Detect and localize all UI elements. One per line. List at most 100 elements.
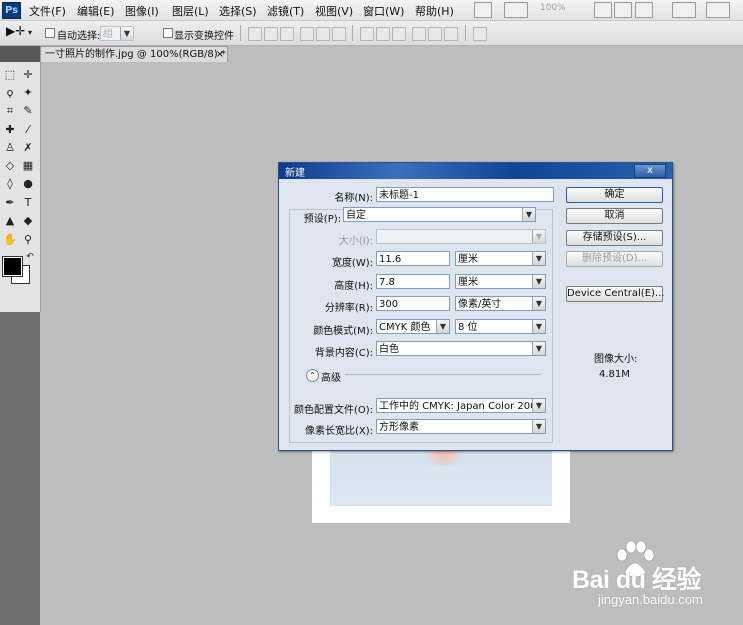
auto-select-dropdown[interactable]: 组 ▼ xyxy=(100,26,134,41)
zoom-tool-icon[interactable]: ⚲ xyxy=(20,232,36,247)
foreground-color-swatch[interactable] xyxy=(2,256,23,277)
preset-label: 预设(P): xyxy=(299,210,341,225)
menu-edit[interactable]: 编辑(E) xyxy=(77,3,115,19)
advanced-label[interactable]: 高级 xyxy=(321,369,341,384)
size-dropdown[interactable]: ▼ xyxy=(376,229,546,244)
align-left-icon[interactable] xyxy=(300,27,314,41)
distribute-right-icon[interactable] xyxy=(444,27,458,41)
align-bottom-icon[interactable] xyxy=(280,27,294,41)
gradient-tool-icon[interactable]: ▦ xyxy=(20,158,36,173)
align-top-icon[interactable] xyxy=(248,27,262,41)
history-brush-icon[interactable]: ✗ xyxy=(20,140,36,155)
clone-stamp-icon[interactable]: ♙ xyxy=(2,140,18,155)
screen-mode-icon[interactable] xyxy=(706,2,730,18)
cancel-button[interactable]: 取消 xyxy=(566,208,663,224)
menu-window[interactable]: 窗口(W) xyxy=(363,3,404,19)
new-document-dialog: 新建 x 名称(N): 未标题-1 预设(P): 自定 ▼ 大小(I): ▼ 宽度… xyxy=(278,162,673,451)
hand-tool-icon[interactable] xyxy=(594,2,612,18)
width-input[interactable]: 11.6 xyxy=(376,251,450,266)
resolution-input[interactable]: 300 xyxy=(376,296,450,311)
path-selection-icon[interactable]: ▲ xyxy=(2,213,18,228)
chevron-down-icon: ▼ xyxy=(532,297,545,310)
pixel-aspect-dropdown[interactable]: 方形像素 ▼ xyxy=(376,419,546,434)
distribute-left-icon[interactable] xyxy=(412,27,426,41)
align-hcenter-icon[interactable] xyxy=(316,27,330,41)
align-right-icon[interactable] xyxy=(332,27,346,41)
menu-view[interactable]: 视图(V) xyxy=(315,3,353,19)
menu-filter[interactable]: 滤镜(T) xyxy=(267,3,304,19)
distribute-top-icon[interactable] xyxy=(360,27,374,41)
menu-help[interactable]: 帮助(H) xyxy=(415,3,454,19)
dodge-tool-icon[interactable]: ● xyxy=(20,176,36,191)
distribute-vcenter-icon[interactable] xyxy=(376,27,390,41)
marquee-tool-icon[interactable]: ⬚ xyxy=(2,67,18,82)
chevron-down-icon: ▼ xyxy=(532,230,545,243)
bridge-icon[interactable] xyxy=(474,2,492,18)
magic-wand-icon[interactable]: ✦ xyxy=(20,85,36,100)
advanced-toggle-icon[interactable]: ⌃ xyxy=(306,369,319,382)
eraser-icon[interactable]: ◇ xyxy=(2,158,18,173)
hand-tool-icon[interactable]: ✋ xyxy=(2,232,18,247)
dialog-title-bar[interactable]: 新建 x xyxy=(279,163,672,179)
save-preset-button[interactable]: 存储预设(S)... xyxy=(566,230,663,246)
menu-select[interactable]: 选择(S) xyxy=(219,3,257,19)
width-label: 宽度(W): xyxy=(331,258,373,269)
type-tool-icon[interactable]: T xyxy=(20,195,36,210)
distribute-hcenter-icon[interactable] xyxy=(428,27,442,41)
width-unit-dropdown[interactable]: 厘米 ▼ xyxy=(455,251,546,266)
height-unit-dropdown[interactable]: 厘米 ▼ xyxy=(455,274,546,289)
shape-tool-icon[interactable]: ◆ xyxy=(20,213,36,228)
crop-tool-icon[interactable]: ⌗ xyxy=(2,103,18,118)
color-profile-dropdown[interactable]: 工作中的 CMYK: Japan Color 2001... ▼ xyxy=(376,398,546,413)
background-contents-dropdown[interactable]: 白色 ▼ xyxy=(376,341,546,356)
pen-tool-icon[interactable]: ✒ xyxy=(2,195,18,210)
lasso-tool-icon[interactable]: ϙ xyxy=(2,85,18,100)
panel-area xyxy=(0,312,40,625)
color-mode-dropdown[interactable]: CMYK 颜色 ▼ xyxy=(376,319,450,334)
distribute-bottom-icon[interactable] xyxy=(392,27,406,41)
align-vcenter-icon[interactable] xyxy=(264,27,278,41)
photoshop-logo: Ps xyxy=(2,2,21,19)
swap-colors-icon[interactable]: ↶ xyxy=(22,250,38,265)
zoom-level[interactable]: 100% xyxy=(540,3,566,13)
resolution-unit-dropdown[interactable]: 像素/英寸 ▼ xyxy=(455,296,546,311)
brush-tool-icon[interactable]: ⁄ xyxy=(20,122,36,137)
device-central-button[interactable]: Device Central(E)... xyxy=(566,286,664,302)
size-label: 大小(I): xyxy=(338,236,373,247)
delete-preset-button[interactable]: 删除预设(D)... xyxy=(566,251,663,267)
name-input[interactable]: 未标题-1 xyxy=(376,187,554,202)
color-mode-label: 颜色模式(M): xyxy=(313,326,373,337)
zoom-tool-icon[interactable] xyxy=(614,2,632,18)
name-label: 名称(N): xyxy=(334,193,373,204)
move-tool-icon[interactable]: ✛ xyxy=(20,67,36,82)
menu-file[interactable]: 文件(F) xyxy=(29,3,66,19)
chevron-down-icon: ▼ xyxy=(532,275,545,288)
document-tab[interactable]: 一寸照片的制作.jpg @ 100%(RGB/8) * × xyxy=(40,46,228,62)
ok-button[interactable]: 确定 xyxy=(566,187,663,203)
auto-select-checkbox[interactable] xyxy=(45,28,55,38)
view-extras-icon[interactable] xyxy=(504,2,528,18)
move-tool-icon[interactable]: ▶✛ xyxy=(6,24,25,38)
menu-layer[interactable]: 图层(L) xyxy=(172,3,209,19)
background-contents-label: 背景内容(C): xyxy=(314,348,373,359)
chevron-down-icon: ▼ xyxy=(532,420,545,433)
show-transform-checkbox[interactable] xyxy=(163,28,173,38)
preset-dropdown[interactable]: 自定 ▼ xyxy=(343,207,536,222)
toolbox-header[interactable] xyxy=(0,46,40,62)
close-icon[interactable]: × xyxy=(216,47,224,62)
menu-image[interactable]: 图像(I) xyxy=(125,3,159,19)
rotate-view-icon[interactable] xyxy=(635,2,653,18)
chevron-down-icon[interactable]: ▾ xyxy=(28,28,32,37)
height-input[interactable]: 7.8 xyxy=(376,274,450,289)
watermark-text: Bai du 经验 xyxy=(572,566,701,594)
healing-brush-icon[interactable]: ✚ xyxy=(2,122,18,137)
blur-tool-icon[interactable]: ◊ xyxy=(2,176,18,191)
bit-depth-dropdown[interactable]: 8 位 ▼ xyxy=(455,319,546,334)
arrange-documents-icon[interactable] xyxy=(672,2,696,18)
image-size-value: 4.81M xyxy=(599,369,630,380)
divider xyxy=(240,25,241,41)
eyedropper-icon[interactable]: ✎ xyxy=(20,103,36,118)
color-profile-label: 颜色配置文件(O): xyxy=(293,405,373,416)
close-button[interactable]: x xyxy=(634,164,666,178)
auto-align-icon[interactable] xyxy=(473,27,487,41)
